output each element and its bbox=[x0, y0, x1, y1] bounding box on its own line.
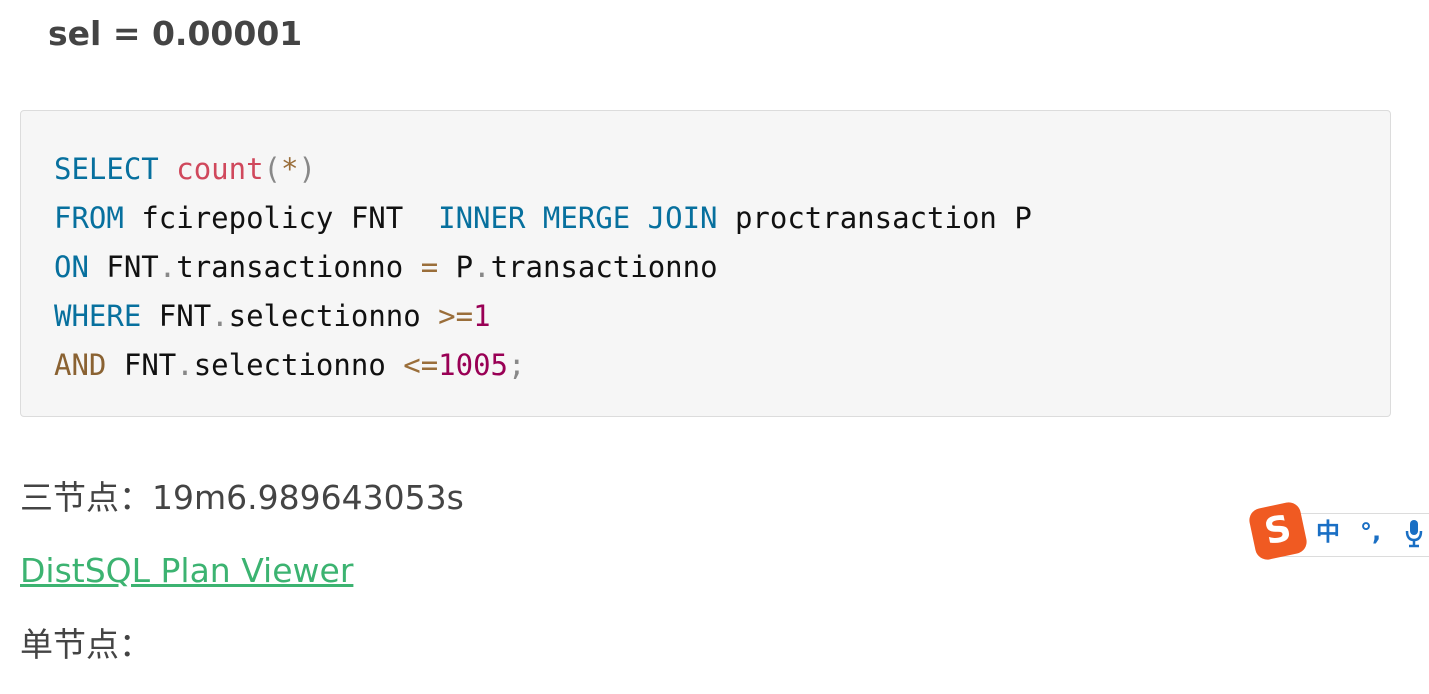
column-selectionno: selectionno bbox=[228, 299, 421, 333]
column-transactionno: transactionno bbox=[176, 250, 404, 284]
alias-p: P bbox=[455, 250, 474, 284]
ime-toolbar[interactable]: S 中 °, bbox=[1247, 500, 1429, 562]
dot: . bbox=[473, 250, 491, 284]
function-count: count bbox=[176, 152, 264, 186]
keyword-and: AND bbox=[54, 348, 107, 382]
single-node-label: 单节点： bbox=[20, 625, 152, 664]
ime-punctuation-toggle[interactable]: °, bbox=[1360, 517, 1381, 547]
sogou-logo-icon[interactable]: S bbox=[1247, 500, 1309, 562]
code-line-where: WHERE FNT.selectionno >=1 bbox=[54, 292, 1032, 341]
keyword-on: ON bbox=[54, 250, 89, 284]
code-line-select: SELECT count(*) bbox=[54, 145, 1032, 194]
asterisk: * bbox=[281, 152, 299, 186]
equals-operator: = bbox=[420, 250, 439, 284]
number-literal: 1005 bbox=[438, 348, 509, 382]
code-line-on: ON FNT.transactionno = P.transactionno bbox=[54, 243, 1032, 292]
table-proctransaction: proctransaction P bbox=[734, 201, 1032, 235]
gte-operator: >= bbox=[438, 299, 474, 333]
keyword-from: FROM bbox=[54, 201, 124, 235]
ime-language-toggle[interactable]: 中 bbox=[1316, 517, 1340, 547]
code-line-from: FROM fcirepolicy FNT INNER MERGE JOIN pr… bbox=[54, 194, 1032, 243]
microphone-icon[interactable] bbox=[1404, 519, 1424, 549]
keyword-select: SELECT bbox=[54, 152, 159, 186]
semicolon: ; bbox=[508, 348, 526, 382]
paren-close: ) bbox=[298, 152, 316, 186]
dot: . bbox=[211, 299, 229, 333]
keyword-inner-merge-join: INNER MERGE JOIN bbox=[438, 201, 718, 235]
column-selectionno: selectionno bbox=[193, 348, 386, 382]
lte-operator: <= bbox=[403, 348, 439, 382]
dot: . bbox=[176, 348, 194, 382]
column-transactionno: transactionno bbox=[490, 250, 718, 284]
alias-fnt: FNT bbox=[106, 250, 159, 284]
alias-fnt: FNT bbox=[123, 348, 177, 382]
paren-open: ( bbox=[263, 152, 282, 186]
alias-fnt: FNT bbox=[158, 299, 212, 333]
selectivity-heading: sel = 0.00001 bbox=[48, 14, 303, 53]
sql-code-block: SELECT count(*) FROM fcirepolicy FNT INNE… bbox=[20, 110, 1391, 417]
three-node-timing: 三节点：19m6.989643053s bbox=[20, 478, 464, 517]
keyword-where: WHERE bbox=[54, 299, 142, 333]
dot: . bbox=[158, 250, 177, 284]
distsql-plan-viewer-link[interactable]: DistSQL Plan Viewer bbox=[20, 550, 353, 592]
code-line-and: AND FNT.selectionno <=1005; bbox=[54, 341, 1032, 390]
table-fcirepolicy: fcirepolicy FNT bbox=[141, 201, 404, 235]
sql-code: SELECT count(*) FROM fcirepolicy FNT INNE… bbox=[54, 145, 1032, 390]
number-literal: 1 bbox=[473, 299, 491, 333]
